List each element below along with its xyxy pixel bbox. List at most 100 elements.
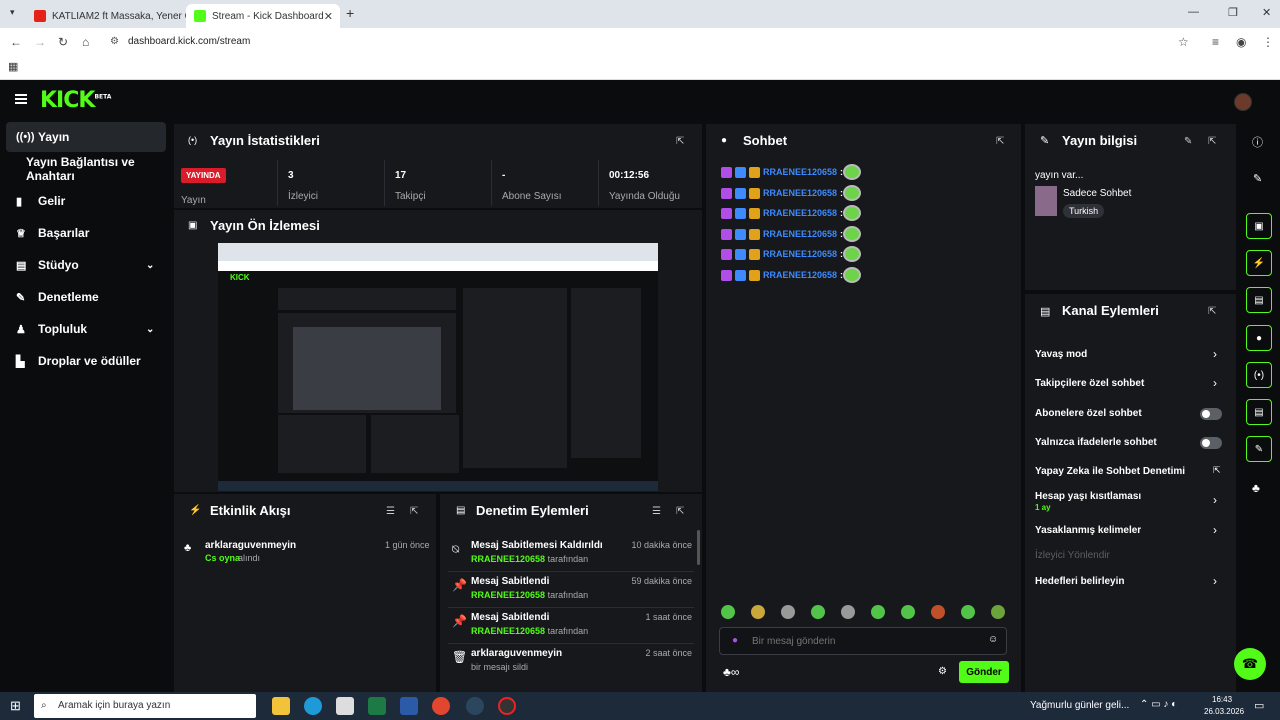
ai-moderation-label[interactable]: Yapay Zeka ile Sohbet Denetimi <box>1035 466 1185 477</box>
popout-icon[interactable]: ⇱ <box>410 506 418 517</box>
taskbar-search[interactable]: ⌕ Aramak için buraya yazın <box>34 694 256 718</box>
rail-channel-icon[interactable]: ▤ <box>1246 399 1272 425</box>
sidebar-item-topluluk[interactable]: ♟ Topluluk ⌄ <box>6 314 166 344</box>
chat-username[interactable]: RRAENEE120658 <box>763 188 837 198</box>
apps-grid-icon[interactable]: ▦ <box>8 60 18 73</box>
windows-start-icon[interactable]: ⊞ <box>10 698 21 714</box>
emote-shortcut-icon[interactable] <box>781 605 795 619</box>
steam-icon[interactable] <box>466 697 484 715</box>
banned-words-label[interactable]: Yasaklanmış kelimeler <box>1035 525 1141 536</box>
emote-shortcut-icon[interactable] <box>901 605 915 619</box>
chevron-right-icon[interactable]: › <box>1213 347 1217 361</box>
sidebar-item-droplar[interactable]: ▙ Droplar ve ödüller <box>6 346 166 376</box>
rail-broadcast-icon[interactable]: (•) <box>1246 362 1272 388</box>
file-explorer-icon[interactable] <box>272 697 290 715</box>
chevron-right-icon[interactable]: › <box>1213 493 1217 507</box>
rail-wrench-icon[interactable]: ✎ <box>1246 436 1272 462</box>
edge-icon[interactable] <box>304 697 322 715</box>
back-icon[interactable]: ← <box>10 35 22 49</box>
url-field[interactable]: dashboard.kick.com/stream <box>128 36 250 47</box>
chat-input[interactable] <box>752 633 982 649</box>
close-tab-icon[interactable]: ✕ <box>324 10 333 23</box>
new-tab-button[interactable]: + <box>346 5 354 21</box>
rail-document-icon[interactable]: ▤ <box>1246 287 1272 313</box>
settings-gear-icon[interactable]: ⚙ <box>938 666 947 677</box>
moderator-name[interactable]: RRAENEE120658 <box>471 626 545 636</box>
emote-shortcut-icon[interactable] <box>991 605 1005 619</box>
restore-icon[interactable]: ❐ <box>1228 6 1238 19</box>
activity-user[interactable]: arklaraguvenmeyin <box>205 540 296 551</box>
chevron-down-icon[interactable]: ⌄ <box>146 260 154 271</box>
emote-shortcut-icon[interactable] <box>811 605 825 619</box>
filter-icon[interactable]: ☰ <box>386 506 395 517</box>
recorder-icon[interactable] <box>498 697 516 715</box>
chevron-down-icon[interactable]: ⌄ <box>146 324 154 335</box>
chat-username[interactable]: RRAENEE120658 <box>763 208 837 218</box>
account-age-label[interactable]: Hesap yaşı kısıtlaması <box>1035 491 1141 502</box>
support-chat-button[interactable]: ☎ <box>1234 648 1266 680</box>
emote-shortcut-icon[interactable] <box>841 605 855 619</box>
chat-input-box[interactable]: ● ☺ <box>719 627 1007 655</box>
tray-icons[interactable]: ⌃ ▭ ♪ ◐ <box>1140 699 1177 710</box>
sidebar-item-basarilar[interactable]: ♕ Başarılar <box>6 218 166 248</box>
notification-icon[interactable]: ▭ <box>1254 699 1264 712</box>
sidebar-item-studyo[interactable]: ▤ Stüdyo ⌄ <box>6 250 166 280</box>
site-info-icon[interactable]: ⚙ <box>110 36 119 47</box>
kick-logo[interactable]: KICKBETA <box>40 88 111 113</box>
emotes-only-toggle[interactable] <box>1200 437 1222 449</box>
emote-shortcut-icon[interactable] <box>931 605 945 619</box>
external-link-icon[interactable]: ⇱ <box>1213 465 1221 476</box>
emote-shortcut-icon[interactable] <box>751 605 765 619</box>
category-name[interactable]: Sadece Sohbet <box>1063 188 1131 199</box>
emote-shortcut-icon[interactable] <box>721 605 735 619</box>
menu-dots-icon[interactable]: ⋮ <box>1262 35 1274 49</box>
user-avatar[interactable] <box>1234 93 1252 111</box>
emote-shortcut-icon[interactable] <box>871 605 885 619</box>
moderator-name[interactable]: RRAENEE120658 <box>471 554 545 564</box>
slow-mode-label[interactable]: Yavaş mod <box>1035 349 1087 360</box>
info-icon[interactable]: ⓘ <box>1252 134 1263 150</box>
stream-preview-video[interactable]: KICK <box>218 243 658 491</box>
close-window-icon[interactable]: ✕ <box>1262 6 1271 19</box>
store-icon[interactable] <box>336 697 354 715</box>
sidebar-item-gelir[interactable]: ▮ Gelir <box>6 186 166 216</box>
rail-points-icon[interactable]: ♣ <box>1252 481 1260 495</box>
edit-icon[interactable]: ✎ <box>1253 172 1262 185</box>
excel-icon[interactable] <box>368 697 386 715</box>
chevron-right-icon[interactable]: › <box>1213 574 1217 588</box>
filter-icon[interactable]: ☰ <box>652 506 661 517</box>
popout-icon[interactable]: ⇱ <box>1208 136 1216 147</box>
popout-icon[interactable]: ⇱ <box>676 506 684 517</box>
points-icon[interactable]: ♣∞ <box>723 665 739 679</box>
popout-icon[interactable]: ⇱ <box>996 136 1004 147</box>
bookmark-star-icon[interactable]: ☆ <box>1178 35 1189 49</box>
sidebar-item-yayin[interactable]: ((•)) Yayın <box>6 122 166 152</box>
forward-icon[interactable]: → <box>34 35 46 49</box>
chat-username[interactable]: RRAENEE120658 <box>763 249 837 259</box>
chevron-right-icon[interactable]: › <box>1213 376 1217 390</box>
chat-username[interactable]: RRAENEE120658 <box>763 270 837 280</box>
sidebar-item-denetleme[interactable]: ✎ Denetleme <box>6 282 166 312</box>
word-icon[interactable] <box>400 697 418 715</box>
subscribers-only-toggle[interactable] <box>1200 408 1222 420</box>
popout-icon[interactable]: ⇱ <box>1208 306 1216 317</box>
followers-only-label[interactable]: Takipçilere özel sohbet <box>1035 378 1144 389</box>
chat-username[interactable]: RRAENEE120658 <box>763 229 837 239</box>
rail-lightning-icon[interactable]: ⚡ <box>1246 250 1272 276</box>
chat-username[interactable]: RRAENEE120658 <box>763 167 837 177</box>
weather-text[interactable]: Yağmurlu günler geli... <box>1030 700 1129 711</box>
sidebar-item-stream-key[interactable]: Yayın Bağlantısı ve Anahtarı <box>6 154 166 184</box>
clock-date[interactable]: 26.03.2026 <box>1204 707 1244 716</box>
popout-icon[interactable]: ⇱ <box>676 136 684 147</box>
reading-list-icon[interactable]: ≡ <box>1212 35 1219 49</box>
hamburger-menu-icon[interactable] <box>15 94 27 104</box>
clock-time[interactable]: 16:43 <box>1212 695 1232 704</box>
home-icon[interactable]: ⌂ <box>82 35 89 49</box>
scrollbar[interactable] <box>697 530 700 565</box>
rail-clip-icon[interactable]: ▣ <box>1246 213 1272 239</box>
chrome-icon[interactable] <box>432 697 450 715</box>
browser-tab-kick[interactable]: Stream - Kick Dashboard ✕ <box>186 4 340 28</box>
tab-list-icon[interactable]: ▾ <box>10 7 15 18</box>
minimize-icon[interactable]: — <box>1188 6 1199 18</box>
profile-icon[interactable]: ◉ <box>1236 35 1246 49</box>
